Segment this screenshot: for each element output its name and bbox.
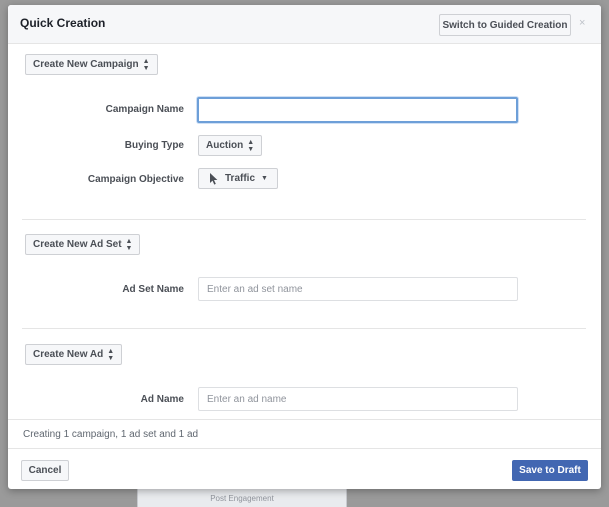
buying-type-dropdown[interactable]: Auction ▲ ▼ <box>198 135 263 156</box>
create-new-ad-set-dropdown[interactable]: Create New Ad Set ▲ ▼ <box>25 234 141 255</box>
up-down-arrows-icon: ▲ ▼ <box>125 237 133 252</box>
ad-set-name-input[interactable] <box>198 277 518 301</box>
buying-type-value: Auction <box>206 140 244 151</box>
create-new-ad-dropdown[interactable]: Create New Ad ▲ ▼ <box>25 344 123 365</box>
section-divider <box>8 419 601 420</box>
caret-down-icon: ▼ <box>261 175 268 182</box>
campaign-name-label: Campaign Name <box>105 104 184 115</box>
create-new-ad-label: Create New Ad <box>33 349 104 360</box>
save-to-draft-button[interactable]: Save to Draft <box>512 460 588 481</box>
ad-name-input[interactable] <box>198 387 518 411</box>
quick-creation-dialog: Quick Creation Switch to Guided Creation… <box>8 5 601 489</box>
campaign-objective-label: Campaign Objective <box>87 174 184 185</box>
close-icon[interactable]: × <box>579 17 585 29</box>
campaign-objective-value: Traffic <box>225 173 256 184</box>
buying-type-label: Buying Type <box>124 140 184 151</box>
footer-divider <box>8 448 601 449</box>
up-down-arrows-icon: ▲ ▼ <box>107 347 115 362</box>
background-page-fragment: Post Engagement <box>137 488 347 507</box>
up-down-arrows-icon: ▲ ▼ <box>142 57 150 72</box>
background-objective-text: Post Engagement <box>210 494 274 503</box>
dialog-header: Quick Creation Switch to Guided Creation… <box>8 5 601 44</box>
create-new-ad-set-label: Create New Ad Set <box>33 239 122 250</box>
campaign-objective-dropdown[interactable]: Traffic ▼ <box>198 168 278 189</box>
switch-to-guided-creation-button[interactable]: Switch to Guided Creation <box>439 14 571 36</box>
section-divider <box>22 328 586 329</box>
ad-name-label: Ad Name <box>140 394 184 405</box>
create-new-campaign-label: Create New Campaign <box>33 59 139 70</box>
campaign-name-input[interactable] <box>197 97 518 123</box>
dialog-title: Quick Creation <box>20 16 106 30</box>
up-down-arrows-icon: ▲ ▼ <box>247 138 255 153</box>
cancel-button[interactable]: Cancel <box>21 460 69 481</box>
create-new-campaign-dropdown[interactable]: Create New Campaign ▲ ▼ <box>25 54 158 75</box>
section-divider <box>22 219 586 220</box>
creation-summary-text: Creating 1 campaign, 1 ad set and 1 ad <box>23 429 199 440</box>
cursor-arrow-icon <box>210 172 218 185</box>
ad-set-name-label: Ad Set Name <box>122 284 184 295</box>
